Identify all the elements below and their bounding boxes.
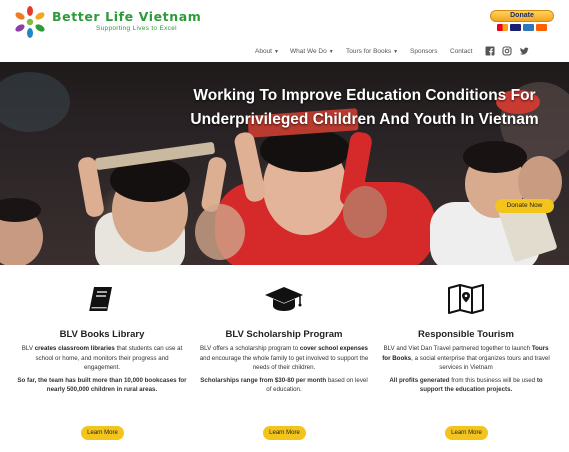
learn-more-button-books[interactable]: Learn More <box>81 426 124 440</box>
text-bold: cover school expenses <box>299 345 368 352</box>
section-text-2: So far, the team has built more than 10,… <box>17 376 187 395</box>
books-library-section: BLV Books Library BLV creates classroom … <box>17 282 187 395</box>
logo-icon[interactable] <box>12 4 48 40</box>
amex-icon <box>523 24 534 31</box>
book-icon <box>17 282 187 316</box>
nav-label: Tours for Books <box>346 48 392 55</box>
discover-icon <box>536 24 547 31</box>
learn-more-button-scholarship[interactable]: Learn More <box>263 426 306 440</box>
nav-label: Contact <box>450 48 473 55</box>
nav-item-tours-for-books[interactable]: Tours for Books ▼ <box>346 48 398 55</box>
nav-label: Sponsors <box>410 48 438 55</box>
nav-item-about[interactable]: About ▼ <box>255 48 279 55</box>
responsible-tourism-section: Responsible Tourism BLV and Viet Dan Tra… <box>381 282 551 395</box>
text-span: and encourage the whole family to get in… <box>199 354 369 372</box>
caret-down-icon: ▼ <box>328 49 334 55</box>
map-icon <box>381 282 551 316</box>
payment-cards <box>488 24 556 31</box>
text-span: BLV <box>21 345 35 352</box>
hero-title-line2: Underprivileged Children And Youth In Vi… <box>190 111 539 128</box>
twitter-icon[interactable] <box>519 46 529 56</box>
text-bold: So far, the team has built more than 10,… <box>17 376 187 394</box>
donate-button[interactable]: Donate <box>490 10 554 22</box>
caret-down-icon: ▼ <box>274 49 279 55</box>
donate-now-button[interactable]: Donate Now <box>495 199 554 213</box>
section-title: BLV Books Library <box>59 329 145 340</box>
text-bold: creates classroom libraries <box>34 345 115 352</box>
text-bold: All profits generated <box>389 376 450 384</box>
section-text-2: All profits generated from this business… <box>381 376 551 395</box>
nav-item-contact[interactable]: Contact <box>450 48 472 55</box>
learn-more-button-tourism[interactable]: Learn More <box>445 426 488 440</box>
section-text: BLV creates classroom libraries that stu… <box>17 344 187 373</box>
site-header: Better Life Vietnam Supporting Lives to … <box>0 0 569 62</box>
brand-tagline: Supporting Lives to Excel <box>96 25 177 32</box>
facebook-icon[interactable] <box>485 46 495 56</box>
text-span: BLV and Viet Dan Travel partnered togeth… <box>383 345 532 352</box>
mastercard-icon <box>497 24 508 31</box>
visa-icon <box>510 24 521 31</box>
paypal-donate[interactable]: Donate <box>488 10 556 31</box>
section-title: Responsible Tourism <box>418 329 514 340</box>
text-span: BLV offers a scholarship program to <box>200 345 300 352</box>
instagram-icon[interactable] <box>502 46 512 56</box>
hero-title-line1: Working To Improve Education Conditions … <box>193 87 536 104</box>
caret-down-icon: ▼ <box>393 49 399 55</box>
brand-name[interactable]: Better Life Vietnam <box>52 9 201 24</box>
nav-item-what-we-do[interactable]: What We Do ▼ <box>290 48 334 55</box>
text-span: , a social enterprise that organizes tou… <box>411 354 550 372</box>
hero-banner: Working To Improve Education Conditions … <box>0 62 569 265</box>
nav-item-sponsors[interactable]: Sponsors <box>410 48 437 55</box>
text-span: from this business will be used <box>449 376 537 384</box>
graduation-cap-icon <box>199 282 369 316</box>
section-text: BLV offers a scholarship program to cove… <box>199 344 369 373</box>
section-text: BLV and Viet Dan Travel partnered togeth… <box>381 344 551 373</box>
hero-title: Working To Improve Education Conditions … <box>172 84 557 132</box>
nav-label: About <box>255 48 272 55</box>
text-bold: Scholarships range from $30-80 per month <box>200 376 327 384</box>
section-text-2: Scholarships range from $30-80 per month… <box>199 376 369 395</box>
main-nav: About ▼ What We Do ▼ Tours for Books ▼ Spon… <box>0 48 569 58</box>
section-title: BLV Scholarship Program <box>225 329 343 340</box>
nav-label: What We Do <box>290 48 327 55</box>
scholarship-section: BLV Scholarship Program BLV offers a sch… <box>199 282 369 395</box>
